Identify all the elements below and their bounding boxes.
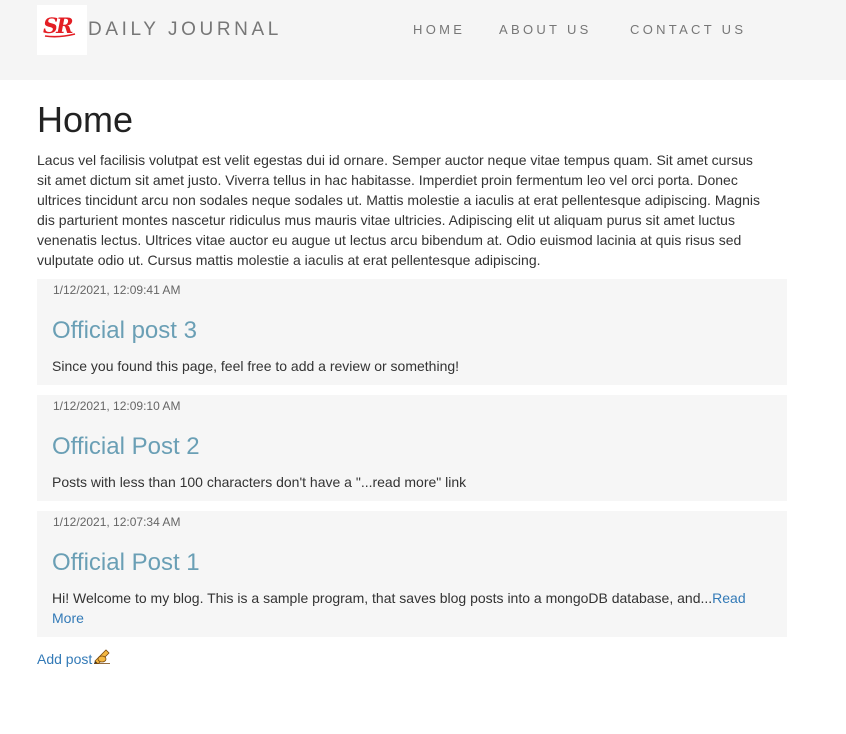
post-body: Posts with less than 100 characters don'… xyxy=(52,474,467,490)
post-date: 1/12/2021, 12:09:41 AM xyxy=(53,283,181,297)
post-title: Official Post 1 xyxy=(52,549,200,576)
navbar: SR DAILY JOURNAL HOME ABOUT US CONTACT U… xyxy=(0,0,846,80)
add-post-link[interactable]: Add post xyxy=(37,648,111,669)
nav-link-home[interactable]: HOME xyxy=(413,22,465,38)
nav-link-contact-us[interactable]: CONTACT US xyxy=(630,22,746,38)
post-card: 1/12/2021, 12:09:41 AM Official post 3 S… xyxy=(37,279,787,385)
intro-paragraph: Lacus vel facilisis volutpat est velit e… xyxy=(37,152,760,268)
writing-hand-icon xyxy=(93,648,111,669)
add-post-label: Add post xyxy=(37,650,93,667)
nav-menu: HOME ABOUT US CONTACT US xyxy=(0,22,846,38)
nav-link-about-us[interactable]: ABOUT US xyxy=(499,22,592,38)
post-body-text: Hi! Welcome to my blog. This is a sample… xyxy=(52,590,713,606)
page-title: Home xyxy=(37,99,134,140)
post-body: Hi! Welcome to my blog. This is a sample… xyxy=(52,588,764,628)
post-title: Official post 3 xyxy=(52,317,197,344)
post-date: 1/12/2021, 12:07:34 AM xyxy=(53,515,181,529)
post-card: 1/12/2021, 12:09:10 AM Official Post 2 P… xyxy=(37,395,787,501)
post-date: 1/12/2021, 12:09:10 AM xyxy=(53,399,181,413)
post-card: 1/12/2021, 12:07:34 AM Official Post 1 H… xyxy=(37,511,787,637)
post-title: Official Post 2 xyxy=(52,433,200,460)
post-body: Since you found this page, feel free to … xyxy=(52,358,460,374)
